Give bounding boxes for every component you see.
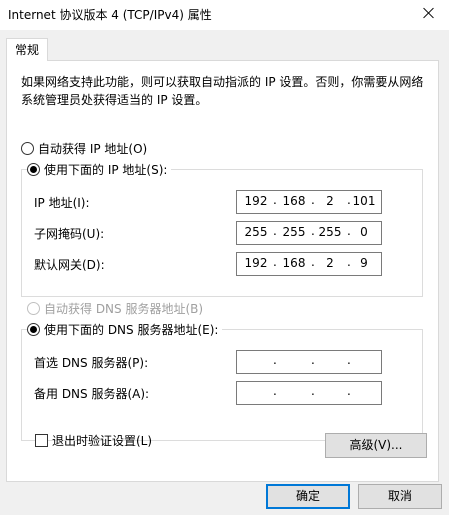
window-title: Internet 协议版本 4 (TCP/IPv4) 属性 bbox=[8, 8, 212, 22]
general-tab-panel: 如果网络支持此功能，则可以获取自动指派的 IP 设置。否则，你需要从网络系统管理… bbox=[6, 60, 439, 482]
gw-seg-2: 168 bbox=[282, 256, 306, 270]
gateway-field[interactable]: 192 . 168 . 2 . 9 bbox=[236, 252, 382, 276]
ip-manual-label: 使用下面的 IP 地址(S): bbox=[44, 163, 168, 177]
advanced-button[interactable]: 高级(V)... bbox=[325, 433, 427, 458]
gw-seg-4: 9 bbox=[360, 256, 368, 270]
gateway-label: 默认网关(D): bbox=[34, 258, 105, 272]
tab-general[interactable]: 常规 bbox=[6, 38, 48, 61]
radio-unselected-icon bbox=[27, 302, 40, 315]
preferred-dns-field[interactable]: . . . bbox=[236, 350, 382, 374]
ip-seg-3: 2 bbox=[326, 194, 334, 208]
alternate-dns-field[interactable]: . . . bbox=[236, 381, 382, 405]
ip-seg-1: 192 bbox=[244, 194, 268, 208]
mask-seg-4: 0 bbox=[360, 225, 368, 239]
dns-auto-label: 自动获得 DNS 服务器地址(B) bbox=[44, 302, 204, 316]
alternate-dns-label: 备用 DNS 服务器(A): bbox=[34, 387, 150, 401]
validate-checkbox[interactable]: 退出时验证设置(L) bbox=[35, 433, 152, 449]
radio-selected-icon bbox=[27, 323, 40, 336]
cancel-button[interactable]: 取消 bbox=[358, 484, 442, 509]
ip-seg-2: 168 bbox=[282, 194, 306, 208]
ip-manual-radio[interactable]: 使用下面的 IP 地址(S): bbox=[27, 162, 172, 178]
dns-settings-group: 首选 DNS 服务器(P): . . . 备用 DNS 服务器(A): . . … bbox=[21, 329, 423, 441]
subnet-mask-field[interactable]: 255 . 255 . 255 . 0 bbox=[236, 221, 382, 245]
preferred-dns-label: 首选 DNS 服务器(P): bbox=[34, 356, 149, 370]
checkbox-unchecked-icon bbox=[35, 434, 48, 447]
close-icon[interactable] bbox=[419, 4, 439, 24]
mask-seg-3: 255 bbox=[318, 225, 342, 239]
dns-manual-label: 使用下面的 DNS 服务器地址(E): bbox=[44, 323, 219, 337]
description-text: 如果网络支持此功能，则可以获取自动指派的 IP 设置。否则，你需要从网络系统管理… bbox=[21, 75, 424, 107]
mask-seg-2: 255 bbox=[282, 225, 306, 239]
ip-auto-radio[interactable]: 自动获得 IP 地址(O) bbox=[21, 141, 147, 157]
ip-auto-label: 自动获得 IP 地址(O) bbox=[38, 142, 148, 156]
dns-auto-radio[interactable]: 自动获得 DNS 服务器地址(B) bbox=[27, 301, 203, 317]
dialog-body: 常规 如果网络支持此功能，则可以获取自动指派的 IP 设置。否则，你需要从网络系… bbox=[0, 30, 449, 515]
mask-seg-1: 255 bbox=[244, 225, 268, 239]
radio-unselected-icon bbox=[21, 142, 34, 155]
title-bar: Internet 协议版本 4 (TCP/IPv4) 属性 bbox=[0, 0, 449, 30]
dns-manual-radio[interactable]: 使用下面的 DNS 服务器地址(E): bbox=[27, 322, 223, 338]
ip-address-field[interactable]: 192 . 168 . 2 . 101 bbox=[236, 190, 382, 214]
validate-label: 退出时验证设置(L) bbox=[52, 434, 153, 448]
ip-address-label: IP 地址(I): bbox=[34, 196, 90, 210]
ok-button[interactable]: 确定 bbox=[266, 484, 350, 509]
ip-seg-4: 101 bbox=[352, 194, 376, 208]
radio-selected-icon bbox=[27, 163, 40, 176]
subnet-mask-label: 子网掩码(U): bbox=[34, 227, 105, 241]
gw-seg-3: 2 bbox=[326, 256, 334, 270]
gw-seg-1: 192 bbox=[244, 256, 268, 270]
ip-settings-group: IP 地址(I): 192 . 168 . 2 . 101 子网掩码(U): 2… bbox=[21, 169, 423, 297]
